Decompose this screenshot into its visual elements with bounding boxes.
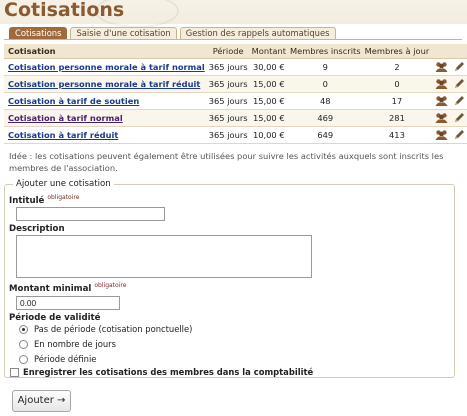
- periode-option-nombre-jours[interactable]: En nombre de jours: [19, 339, 116, 349]
- periode-cell: 365 jours: [206, 126, 250, 144]
- tabs-divider: [4, 39, 462, 40]
- column-header-periode[interactable]: Période: [206, 44, 250, 59]
- edit-pencil-icon[interactable]: [453, 61, 466, 73]
- edit-pencil-icon[interactable]: [453, 95, 466, 107]
- edit-pencil-icon[interactable]: [453, 112, 466, 124]
- edit-pencil-icon[interactable]: [453, 129, 466, 141]
- tab-cotisations[interactable]: Cotisations: [9, 27, 68, 39]
- column-header-membres-inscrits[interactable]: Membres inscrits: [287, 44, 363, 59]
- radio-button[interactable]: [19, 339, 28, 349]
- required-tag: obligatoire: [47, 194, 80, 201]
- edit-pencil-icon[interactable]: [453, 78, 466, 90]
- column-header-montant[interactable]: Montant: [249, 44, 288, 59]
- a-jour-cell: 281: [362, 109, 432, 127]
- intitule-label-text: Intitulé: [9, 195, 45, 206]
- periode-option-label: En nombre de jours: [34, 339, 116, 349]
- ajouter-button[interactable]: Ajouter →: [12, 390, 71, 412]
- radio-button[interactable]: [19, 354, 28, 364]
- periode-option-label: Période définie: [34, 354, 97, 364]
- cotisation-link[interactable]: Cotisation à tarif normal: [8, 113, 123, 123]
- intitule-label: Intitulé obligatoire: [9, 194, 79, 206]
- periode-label: Période de validité: [9, 313, 101, 323]
- members-icon[interactable]: [435, 95, 448, 107]
- row-actions: [431, 92, 467, 110]
- periode-cell: 365 jours: [206, 75, 250, 93]
- row-actions: [431, 126, 467, 144]
- table-row: Cotisation à tarif de soutien 365 jours …: [4, 92, 467, 110]
- cotisation-link[interactable]: Cotisation à tarif de soutien: [8, 96, 139, 106]
- description-textarea[interactable]: [16, 235, 312, 278]
- table-row: Cotisation personne morale à tarif norma…: [4, 58, 467, 76]
- cotisation-link[interactable]: Cotisation personne morale à tarif norma…: [8, 62, 205, 72]
- members-icon[interactable]: [435, 61, 448, 73]
- required-tag: obligatoire: [94, 282, 127, 289]
- tab-bar: Cotisations Saisie d'une cotisation Gest…: [9, 27, 336, 39]
- inscrits-cell: 9: [287, 58, 363, 76]
- header-banner: Cotisations: [0, 0, 467, 28]
- page-title: Cotisations: [4, 0, 125, 21]
- inscrits-cell: 649: [287, 126, 363, 144]
- row-actions: [431, 109, 467, 127]
- row-actions: [431, 58, 467, 76]
- a-jour-cell: 17: [362, 92, 432, 110]
- a-jour-cell: 0: [362, 75, 432, 93]
- montant-label-text: Montant minimal: [9, 283, 92, 294]
- inscrits-cell: 0: [287, 75, 363, 93]
- fieldset-legend: Ajouter une cotisation: [13, 180, 114, 189]
- members-icon[interactable]: [435, 78, 448, 90]
- montant-cell: 15,00 €: [249, 75, 288, 93]
- members-icon[interactable]: [435, 112, 448, 124]
- inscrits-cell: 48: [287, 92, 363, 110]
- table-row: Cotisation à tarif normal 365 jours 15,0…: [4, 109, 467, 127]
- montant-label: Montant minimal obligatoire: [9, 282, 126, 294]
- montant-cell: 15,00 €: [249, 109, 288, 127]
- montant-cell: 10,00 €: [249, 126, 288, 144]
- inscrits-cell: 469: [287, 109, 363, 127]
- compta-checkbox[interactable]: [10, 367, 19, 377]
- intitule-input[interactable]: [16, 207, 165, 221]
- compta-checkbox-row[interactable]: Enregistrer les cotisations des membres …: [10, 367, 313, 377]
- periode-option-definie[interactable]: Période définie: [19, 354, 96, 364]
- table-row: Cotisation personne morale à tarif rédui…: [4, 75, 467, 93]
- idea-help-text: Idée : les cotisations peuvent également…: [9, 151, 444, 173]
- periode-option-ponctuelle[interactable]: Pas de période (cotisation ponctuelle): [19, 324, 192, 334]
- description-label: Description: [9, 224, 65, 234]
- members-icon[interactable]: [435, 129, 448, 141]
- a-jour-cell: 413: [362, 126, 432, 144]
- radio-button-selected[interactable]: [19, 324, 28, 334]
- montant-cell: 30,00 €: [249, 58, 288, 76]
- tab-rappels-automatiques[interactable]: Gestion des rappels automatiques: [179, 27, 336, 39]
- periode-cell: 365 jours: [206, 109, 250, 127]
- table-row: Cotisation à tarif réduit 365 jours 10,0…: [4, 126, 467, 144]
- table-header-row: Cotisation Période Montant Membres inscr…: [4, 44, 467, 59]
- a-jour-cell: 2: [362, 58, 432, 76]
- compta-checkbox-label: Enregistrer les cotisations des membres …: [23, 367, 314, 377]
- column-header-cotisation[interactable]: Cotisation: [4, 44, 207, 59]
- column-header-actions: [431, 44, 467, 59]
- periode-cell: 365 jours: [206, 58, 250, 76]
- periode-cell: 365 jours: [206, 92, 250, 110]
- cotisation-link[interactable]: Cotisation à tarif réduit: [8, 130, 118, 140]
- column-header-membres-a-jour[interactable]: Membres à jour: [362, 44, 432, 59]
- periode-option-label: Pas de période (cotisation ponctuelle): [34, 324, 193, 334]
- cotisations-table: Cotisation Période Montant Membres inscr…: [4, 44, 467, 144]
- montant-cell: 15,00 €: [249, 92, 288, 110]
- row-actions: [431, 75, 467, 93]
- tab-saisie-cotisation[interactable]: Saisie d'une cotisation: [70, 27, 177, 39]
- cotisation-link[interactable]: Cotisation personne morale à tarif rédui…: [8, 79, 200, 89]
- montant-input[interactable]: [16, 296, 120, 310]
